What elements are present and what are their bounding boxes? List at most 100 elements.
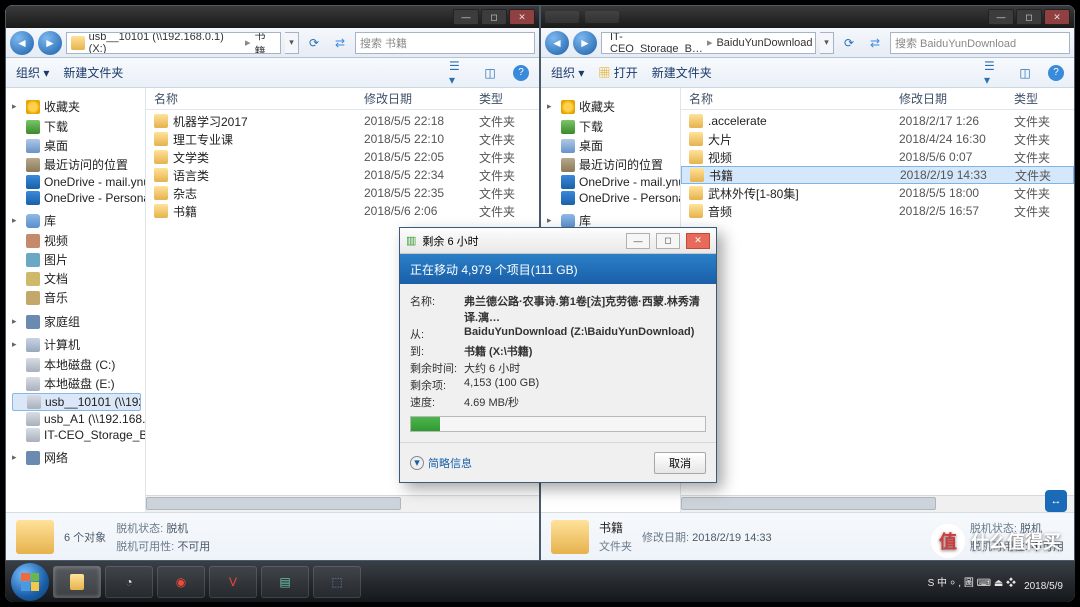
tray-clock[interactable]: 2018/5/9 bbox=[1024, 571, 1063, 593]
table-row[interactable]: 机器学习2017 2018/5/5 22:18文件夹 bbox=[146, 112, 539, 130]
nav-group[interactable]: ▸库 bbox=[12, 212, 145, 229]
task-app-2[interactable]: ◉ bbox=[157, 566, 205, 598]
nav-item-downloads[interactable]: 下载 bbox=[547, 117, 680, 136]
view-menu-icon[interactable]: ☰ ▾ bbox=[449, 64, 467, 82]
minimize-button[interactable]: — bbox=[988, 9, 1014, 25]
nav-group[interactable]: ▸计算机 bbox=[12, 336, 145, 353]
nav-item-onedrive1[interactable]: OneDrive - mail.ynu.… bbox=[547, 174, 680, 190]
table-row[interactable]: 大片 2018/4/24 16:30文件夹 bbox=[681, 130, 1074, 148]
forward-button[interactable]: ► bbox=[38, 31, 62, 55]
nav-pane[interactable]: ▸收藏夹下载桌面最近访问的位置OneDrive - mail.ynu.…OneD… bbox=[6, 88, 146, 512]
selected-item-name: 书籍 bbox=[599, 519, 632, 536]
organize-menu[interactable]: 组织 ▾ bbox=[551, 64, 584, 81]
minimize-button[interactable]: — bbox=[453, 9, 479, 25]
refresh-button[interactable]: ⟳ bbox=[838, 32, 860, 54]
breadcrumb-dropdown[interactable]: ▾ bbox=[285, 32, 299, 54]
nav-item-onedrive1[interactable]: OneDrive - mail.ynu.… bbox=[12, 174, 145, 190]
maximize-button[interactable]: ◻ bbox=[656, 233, 680, 249]
preview-pane-icon[interactable]: ◫ bbox=[1016, 64, 1034, 82]
titlebar[interactable]: — ◻ ✕ bbox=[6, 6, 539, 28]
sync-icon[interactable]: ⇄ bbox=[329, 32, 351, 54]
nav-group[interactable]: ▸收藏夹 bbox=[547, 98, 680, 115]
nav-item-drive-a1[interactable]: usb_A1 (\\192.168.0.1… bbox=[12, 411, 145, 427]
refresh-button[interactable]: ⟳ bbox=[303, 32, 325, 54]
column-headers[interactable]: 名称 修改日期 类型 bbox=[146, 88, 539, 110]
task-app-5[interactable]: ⬚ bbox=[313, 566, 361, 598]
nav-item-video[interactable]: 视频 bbox=[12, 231, 145, 250]
maximize-button[interactable]: ◻ bbox=[481, 9, 507, 25]
forward-button[interactable]: ► bbox=[573, 31, 597, 55]
back-button[interactable]: ◄ bbox=[545, 31, 569, 55]
dialog-titlebar[interactable]: ▥ 剩余 6 小时 — ◻ ✕ bbox=[400, 228, 716, 254]
scrollbar-horizontal[interactable] bbox=[681, 495, 1074, 512]
nav-item-recent[interactable]: 最近访问的位置 bbox=[547, 155, 680, 174]
file-copy-dialog: ▥ 剩余 6 小时 — ◻ ✕ 正在移动 4,979 个项目(111 GB) 名… bbox=[399, 227, 717, 483]
nav-group[interactable]: ▸网络 bbox=[12, 449, 145, 466]
table-row[interactable]: 书籍 2018/5/6 2:06文件夹 bbox=[146, 202, 539, 220]
ime-indicator[interactable]: S 中 ⸰ , 圖 ⌨ ⏏ ❖ bbox=[928, 574, 1017, 589]
crumb-2[interactable]: 书籍 bbox=[255, 32, 276, 54]
table-row[interactable]: 杂志 2018/5/5 22:35文件夹 bbox=[146, 184, 539, 202]
nav-item-music[interactable]: 音乐 bbox=[12, 288, 145, 307]
open-button[interactable]: ▦ 打开 bbox=[598, 64, 637, 81]
nav-item-recent[interactable]: 最近访问的位置 bbox=[12, 155, 145, 174]
crumb-1[interactable]: usb__10101 (\\192.168.0.1) (X:) bbox=[89, 32, 241, 54]
breadcrumb[interactable]: usb__10101 (\\192.168.0.1) (X:)▸ 书籍 bbox=[66, 32, 281, 54]
teamviewer-icon[interactable]: ↔ bbox=[1045, 490, 1067, 512]
view-menu-icon[interactable]: ☰ ▾ bbox=[984, 64, 1002, 82]
task-app-4[interactable]: ▤ bbox=[261, 566, 309, 598]
table-row[interactable]: 书籍 2018/2/19 14:33文件夹 bbox=[681, 166, 1074, 184]
start-button[interactable] bbox=[11, 563, 49, 601]
close-button[interactable]: ✕ bbox=[1044, 9, 1070, 25]
table-row[interactable]: .accelerate 2018/2/17 1:26文件夹 bbox=[681, 112, 1074, 130]
nav-item-onedrive2[interactable]: OneDrive - Personal bbox=[12, 190, 145, 206]
table-row[interactable]: 武林外传[1-80集] 2018/5/5 18:00文件夹 bbox=[681, 184, 1074, 202]
new-folder-button[interactable]: 新建文件夹 bbox=[63, 64, 123, 81]
cancel-button[interactable]: 取消 bbox=[654, 452, 706, 474]
new-folder-button[interactable]: 新建文件夹 bbox=[652, 64, 712, 81]
titlebar[interactable]: — ◻ ✕ bbox=[541, 6, 1074, 28]
task-app-3[interactable]: V bbox=[209, 566, 257, 598]
nav-item-desktop[interactable]: 桌面 bbox=[12, 136, 145, 155]
breadcrumb-dropdown[interactable]: ▾ bbox=[820, 32, 834, 54]
scrollbar-horizontal[interactable] bbox=[146, 495, 539, 512]
help-icon[interactable]: ? bbox=[513, 65, 529, 81]
nav-item-drive-it[interactable]: IT-CEO_Storage_BCD… bbox=[12, 427, 145, 443]
taskbar[interactable]: ◔ ◉ V ▤ ⬚ S 中 ⸰ , 圖 ⌨ ⏏ ❖ 2018/5/9 bbox=[5, 561, 1075, 602]
close-button[interactable]: ✕ bbox=[686, 233, 710, 249]
nav-item-documents[interactable]: 文档 bbox=[12, 269, 145, 288]
search-input[interactable]: 搜索 书籍 bbox=[355, 32, 535, 54]
sync-icon[interactable]: ⇄ bbox=[864, 32, 886, 54]
folder-icon bbox=[154, 186, 168, 200]
table-row[interactable]: 语言类 2018/5/5 22:34文件夹 bbox=[146, 166, 539, 184]
nav-item-drive-c[interactable]: 本地磁盘 (C:) bbox=[12, 355, 145, 374]
table-row[interactable]: 音频 2018/2/5 16:57文件夹 bbox=[681, 202, 1074, 220]
close-button[interactable]: ✕ bbox=[509, 9, 535, 25]
task-explorer[interactable] bbox=[53, 566, 101, 598]
nav-group[interactable]: ▸家庭组 bbox=[12, 313, 145, 330]
details-toggle[interactable]: ▾简略信息 bbox=[410, 455, 472, 471]
system-tray[interactable]: S 中 ⸰ , 圖 ⌨ ⏏ ❖ 2018/5/9 bbox=[928, 571, 1069, 593]
breadcrumb[interactable]: IT-CEO_Storage_B…▸ BaiduYunDownload▸ bbox=[601, 32, 816, 54]
nav-item-drive-e[interactable]: 本地磁盘 (E:) bbox=[12, 374, 145, 393]
minimize-button[interactable]: — bbox=[626, 233, 650, 249]
organize-menu[interactable]: 组织 ▾ bbox=[16, 64, 49, 81]
maximize-button[interactable]: ◻ bbox=[1016, 9, 1042, 25]
nav-item-downloads[interactable]: 下载 bbox=[12, 117, 145, 136]
nav-item-onedrive2[interactable]: OneDrive - Personal bbox=[547, 190, 680, 206]
table-row[interactable]: 理工专业课 2018/5/5 22:10文件夹 bbox=[146, 130, 539, 148]
task-app-1[interactable]: ◔ bbox=[105, 566, 153, 598]
preview-pane-icon[interactable]: ◫ bbox=[481, 64, 499, 82]
back-button[interactable]: ◄ bbox=[10, 31, 34, 55]
nav-group[interactable]: ▸收藏夹 bbox=[12, 98, 145, 115]
search-input[interactable]: 搜索 BaiduYunDownload bbox=[890, 32, 1070, 54]
crumb-1[interactable]: IT-CEO_Storage_B… bbox=[610, 32, 703, 54]
nav-item-desktop[interactable]: 桌面 bbox=[547, 136, 680, 155]
table-row[interactable]: 视频 2018/5/6 0:07文件夹 bbox=[681, 148, 1074, 166]
help-icon[interactable]: ? bbox=[1048, 65, 1064, 81]
column-headers[interactable]: 名称 修改日期 类型 bbox=[681, 88, 1074, 110]
crumb-2[interactable]: BaiduYunDownload bbox=[716, 37, 812, 49]
table-row[interactable]: 文学类 2018/5/5 22:05文件夹 bbox=[146, 148, 539, 166]
nav-item-pictures[interactable]: 图片 bbox=[12, 250, 145, 269]
nav-item-drive-x[interactable]: usb__10101 (\\192.168… bbox=[12, 393, 141, 411]
